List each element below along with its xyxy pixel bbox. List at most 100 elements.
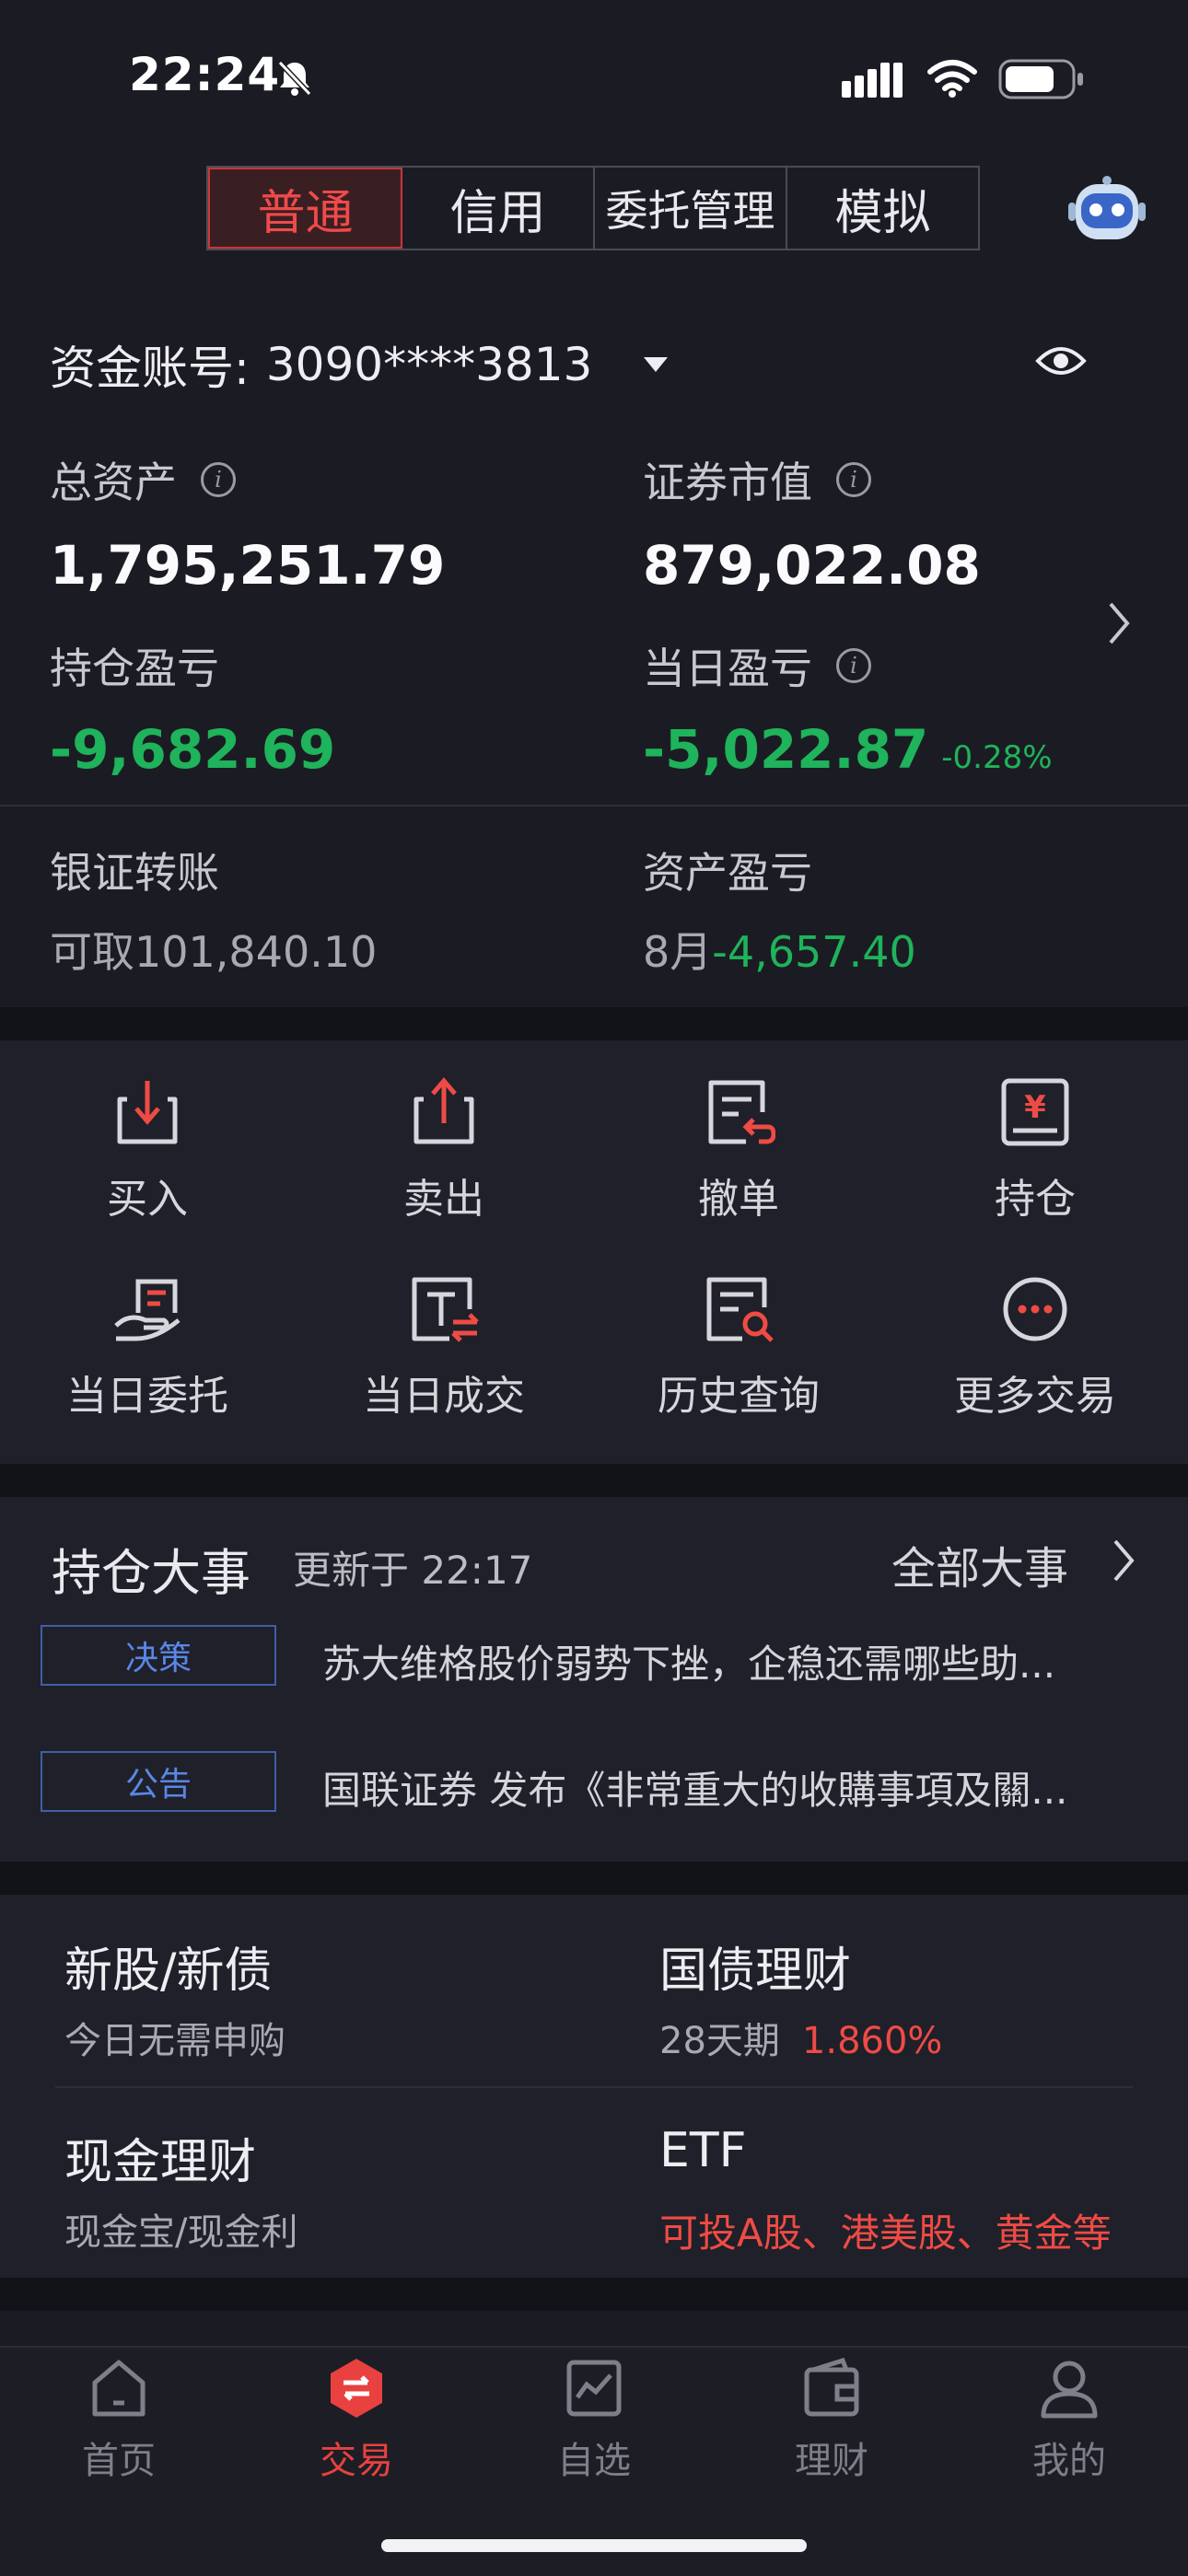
event-headline[interactable]: 国联证券 发布《非常重大的收購事項及關... <box>322 1759 1067 1816</box>
etf-subtitle: 可投A股、港美股、黄金等 <box>659 2210 1112 2256</box>
treasury-title[interactable]: 国债理财 <box>659 1932 851 2001</box>
event-headline[interactable]: 苏大维格股价弱势下挫，企稳还需哪些助... <box>322 1633 1055 1689</box>
eye-icon[interactable] <box>1035 342 1087 379</box>
more-trades-label: 更多交易 <box>954 1373 1116 1420</box>
tab-order-management[interactable]: 委托管理 <box>595 168 787 249</box>
info-icon[interactable]: i <box>836 462 871 497</box>
sell-label: 卖出 <box>403 1176 484 1223</box>
market-value-label-row: 证券市值 i <box>643 449 871 510</box>
treasury-subtitle: 28天期 1.860% <box>659 2011 942 2064</box>
asset-pl-row: 8月-4,657.40 <box>643 919 916 980</box>
account-label: 资金账号: <box>50 342 250 395</box>
more-icon <box>1003 1277 1067 1341</box>
trade-icon <box>331 2359 382 2418</box>
today-orders-button[interactable]: 当日委托 <box>0 1272 295 1421</box>
status-time: 22:24 <box>129 48 281 101</box>
history-search-button[interactable]: 历史查询 <box>591 1272 886 1421</box>
nav-profile-label: 我的 <box>1032 2440 1106 2482</box>
cash-management-title[interactable]: 现金理财 <box>64 2123 256 2192</box>
total-assets-label-row: 总资产 i <box>50 449 236 510</box>
daily-pl-label: 当日盈亏 <box>643 644 812 693</box>
announcement-tag: 公告 <box>41 1751 276 1812</box>
nav-home-label: 首页 <box>82 2440 156 2482</box>
tab-simulation[interactable]: 模拟 <box>787 168 978 249</box>
market-value-value: 879,022.08 <box>643 534 981 597</box>
nav-profile[interactable]: 我的 <box>950 2357 1188 2484</box>
nav-watchlist[interactable]: 自选 <box>475 2357 713 2484</box>
new-ipo-title[interactable]: 新股/新债 <box>64 1932 273 2001</box>
nav-wealth[interactable]: 理财 <box>713 2357 950 2484</box>
divider <box>0 805 1188 806</box>
holdings-label: 持仓 <box>995 1176 1076 1223</box>
nav-home[interactable]: 首页 <box>0 2357 238 2484</box>
position-pl-label: 持仓盈亏 <box>50 644 219 693</box>
bank-transfer-label[interactable]: 银证转账 <box>50 840 219 900</box>
all-events-link[interactable]: 全部大事 <box>891 1532 1068 1596</box>
account-type-tabs: 普通 信用 委托管理 模拟 <box>206 166 980 250</box>
history-search-icon <box>706 1277 774 1342</box>
sell-icon <box>413 1077 474 1144</box>
buy-button[interactable]: 买入 <box>0 1075 295 1224</box>
decision-tag: 决策 <box>41 1625 276 1686</box>
today-trades-icon <box>412 1277 479 1342</box>
tab-credit[interactable]: 信用 <box>402 168 595 249</box>
cancel-order-button[interactable]: 撤单 <box>591 1075 886 1224</box>
asset-pl-value: -4,657.40 <box>712 927 916 977</box>
account-number: 3090****3813 <box>265 338 593 391</box>
buy-icon <box>117 1081 178 1144</box>
today-trades-button[interactable]: 当日成交 <box>297 1272 591 1421</box>
nav-trade[interactable]: 交易 <box>238 2357 475 2484</box>
info-icon[interactable]: i <box>836 648 871 683</box>
watchlist-icon <box>566 2360 622 2417</box>
info-icon[interactable]: i <box>201 462 236 497</box>
buy-label: 买入 <box>107 1176 188 1223</box>
treasury-term: 28天期 <box>659 2020 780 2062</box>
new-ipo-subtitle: 今日无需申购 <box>64 2020 285 2062</box>
holdings-icon: ¥ <box>1001 1078 1069 1146</box>
wallet-icon <box>804 2357 859 2417</box>
tab-normal[interactable]: 普通 <box>208 168 402 249</box>
events-updated: 更新于 22:17 <box>293 1548 533 1593</box>
asset-pl-label[interactable]: 资产盈亏 <box>643 840 812 900</box>
nav-wealth-label: 理财 <box>795 2440 868 2482</box>
daily-pl-label-row: 当日盈亏 i <box>643 635 871 696</box>
chevron-right-icon[interactable] <box>1111 1537 1136 1584</box>
withdrawable-value: 101,840.10 <box>134 927 378 977</box>
silent-bell-icon <box>277 60 312 97</box>
nav-trade-label: 交易 <box>320 2440 393 2482</box>
etf-title[interactable]: ETF <box>659 2123 747 2178</box>
holdings-button[interactable]: ¥ 持仓 <box>888 1075 1182 1224</box>
home-indicator <box>381 2539 807 2552</box>
section-gap <box>0 2278 1188 2311</box>
signal-icon <box>842 63 903 98</box>
chevron-right-icon[interactable] <box>1105 600 1133 646</box>
events-title: 持仓大事 <box>52 1544 250 1602</box>
section-gap <box>0 1464 1188 1497</box>
daily-pl-value: -5,022.87 <box>643 718 929 781</box>
total-assets-label: 总资产 <box>50 458 177 507</box>
treasury-rate: 1.860% <box>801 2020 943 2062</box>
section-gap <box>0 1862 1188 1895</box>
cash-management-subtitle: 现金宝/现金利 <box>64 2211 298 2254</box>
sell-button[interactable]: 卖出 <box>297 1075 591 1224</box>
cancel-order-icon <box>708 1080 776 1144</box>
asset-pl-month: 8月 <box>643 927 713 977</box>
svg-text:¥: ¥ <box>1024 1089 1046 1126</box>
withdrawable-row: 可取101,840.10 <box>50 919 377 980</box>
nav-watchlist-label: 自选 <box>557 2440 631 2482</box>
more-trades-button[interactable]: 更多交易 <box>888 1272 1182 1421</box>
daily-pl-row: -5,022.87 -0.28% <box>643 718 1053 781</box>
robot-assistant-icon[interactable] <box>1068 175 1146 245</box>
cancel-order-label: 撤单 <box>698 1176 779 1223</box>
history-search-label: 历史查询 <box>658 1373 820 1420</box>
account-selector[interactable]: 资金账号: 3090****3813 <box>50 331 670 398</box>
market-value-label: 证券市值 <box>643 458 812 507</box>
caret-down-icon <box>644 357 669 372</box>
total-assets-value: 1,795,251.79 <box>50 534 446 597</box>
home-icon <box>92 2360 146 2417</box>
today-orders-icon <box>114 1279 181 1341</box>
withdrawable-prefix: 可取 <box>50 927 134 977</box>
wifi-icon <box>927 60 977 98</box>
position-pl-value: -9,682.69 <box>50 718 336 781</box>
divider <box>55 2086 1133 2088</box>
